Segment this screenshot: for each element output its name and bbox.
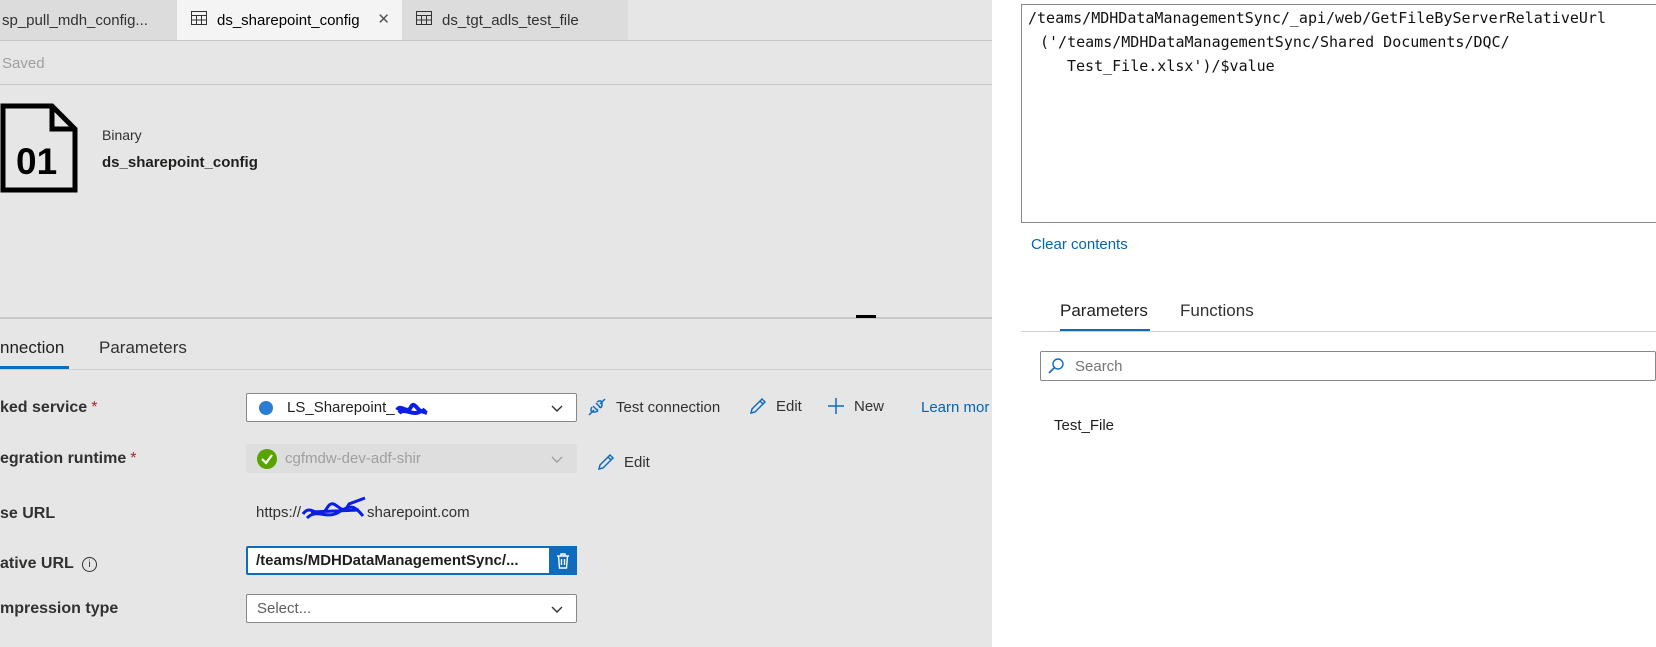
tab-expression-parameters[interactable]: Parameters [1060,301,1148,321]
tab-ds-sharepoint-config[interactable]: ds_sharepoint_config ✕ [177,0,402,40]
compression-type-dropdown[interactable]: Select... [246,594,577,623]
table-icon [416,11,432,29]
plug-icon [588,398,606,416]
new-label: New [854,397,885,415]
divider [1021,331,1656,332]
edit-label: Edit [776,397,802,415]
relative-url-value: /teams/MDHDataManagementSync/... [256,552,519,569]
linked-service-dropdown[interactable]: LS_Sharepoint_ [246,393,577,422]
edit-label: Edit [624,453,650,471]
tab-label: ds_sharepoint_config [217,11,360,29]
expression-line-1: /teams/MDHDataManagementSync/_api/web/Ge… [1028,9,1606,27]
label-text: mpression type [0,600,119,617]
required-mark: * [130,450,137,467]
expression-line-3: Test_File.xlsx')/$value [1067,57,1275,75]
test-connection-button[interactable]: Test connection [586,396,720,418]
chevron-down-icon [551,405,563,412]
expression-editor[interactable]: /teams/MDHDataManagementSync/_api/web/Ge… [1021,4,1656,223]
redaction-scribble [301,496,367,522]
expression-line-2: ('/teams/MDHDataManagementSync/Shared Do… [1040,33,1510,51]
info-icon[interactable]: i [81,557,97,572]
tab-label: Parameters [99,338,187,357]
tab-expression-functions[interactable]: Functions [1180,301,1254,321]
check-circle-icon [257,448,277,469]
tab-ds-tgt-adls-test-file[interactable]: ds_tgt_adls_test_file [402,0,628,40]
parameter-search-box[interactable] [1040,351,1656,381]
divider [0,40,992,41]
dataset-type: Binary [102,127,142,143]
search-input[interactable] [1073,356,1637,376]
close-icon[interactable]: ✕ [377,10,390,28]
integration-runtime-dropdown: cgfmdw-dev-adf-shir [246,444,577,473]
learn-more-label: Learn mor [921,399,990,416]
compression-placeholder: Select... [257,600,312,617]
splitter-handle[interactable] [856,315,876,318]
test-connection-label: Test connection [616,398,721,416]
tab-parameters[interactable]: Parameters [99,338,187,358]
pencil-icon [597,453,615,471]
trash-icon [557,552,569,569]
table-icon [191,11,207,29]
tab-label: ds_tgt_adls_test_file [442,11,579,29]
globe-icon [259,400,273,415]
plus-icon [828,398,844,414]
edit-linked-service-button[interactable]: Edit [748,396,802,416]
label-text: se URL [0,505,56,522]
tab-label: sp_pull_mdh_config... [2,11,148,29]
label-text: ative URL [0,555,74,572]
save-status: Saved [2,55,45,72]
label-text: egration runtime [0,450,127,467]
tab-connection[interactable]: nnection [0,338,64,358]
pane-splitter[interactable] [0,317,992,319]
required-mark: * [91,399,98,416]
base-url-suffix: sharepoint.com [367,504,470,521]
relative-url-label: ative URL i [0,555,97,573]
tab-label: Functions [1180,301,1254,320]
linked-service-value: LS_Sharepoint_ [287,399,395,416]
file-icon-text: 01 [16,141,58,182]
tab-label: nnection [0,338,65,357]
relative-url-input[interactable]: /teams/MDHDataManagementSync/... [246,546,577,575]
base-url-label: se URL [0,505,55,523]
integration-runtime-label: egration runtime * [0,450,136,468]
linked-service-label: ked service * [0,399,97,417]
tab-sp-pull-mdh-config[interactable]: sp_pull_mdh_config... [0,0,177,40]
base-url-value: https:// sharepoint.com [256,496,470,522]
chevron-down-icon [551,456,563,463]
clear-contents-link[interactable]: Clear contents [1031,236,1128,253]
redaction-scribble [394,401,429,415]
search-icon [1048,358,1064,374]
binary-file-icon: 01 [0,103,80,193]
delete-button[interactable] [549,546,577,575]
learn-more-link[interactable]: Learn mor [921,399,989,416]
compression-type-label: mpression type [0,600,118,618]
divider [0,369,992,370]
integration-runtime-value: cgfmdw-dev-adf-shir [285,450,421,467]
divider [0,84,992,85]
base-url-prefix: https:// [256,504,302,521]
edit-integration-runtime-button[interactable]: Edit [596,452,650,472]
dataset-name: ds_sharepoint_config [102,154,258,171]
label-text: ked service [0,399,88,416]
dataset-editor: sp_pull_mdh_config... ds_sharepoint_conf… [0,0,992,647]
tab-label: Parameters [1060,301,1148,320]
new-linked-service-button[interactable]: New [826,396,884,416]
pencil-icon [749,397,767,415]
chevron-down-icon [551,606,563,613]
parameter-item-test-file[interactable]: Test_File [1054,417,1114,434]
expression-builder-panel: /teams/MDHDataManagementSync/_api/web/Ge… [992,0,1656,647]
